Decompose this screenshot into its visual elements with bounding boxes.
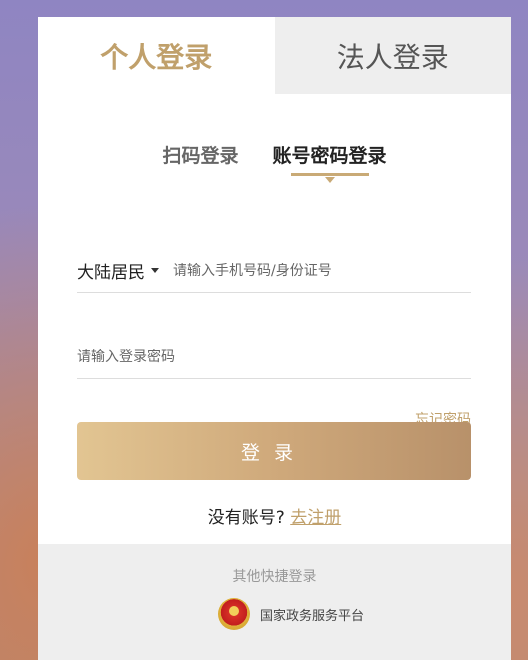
tab-scan-login[interactable]: 扫码登录 [162, 141, 238, 176]
gov-platform-login[interactable]: 国家政务服务平台 [218, 598, 364, 630]
tab-personal-login[interactable]: 个人登录 [38, 17, 275, 94]
register-prompt-text: 没有账号? [207, 508, 285, 528]
other-login-section: 其他快捷登录 国家政务服务平台 [38, 544, 511, 660]
login-button[interactable]: 登录 [77, 422, 471, 480]
login-type-tabs: 个人登录 法人登录 [38, 17, 511, 94]
region-select[interactable]: 大陆居民 [77, 258, 159, 283]
tab-account-login[interactable]: 账号密码登录 [272, 141, 387, 183]
register-prompt: 没有账号? 去注册 [38, 503, 511, 528]
tab-scan-login-label: 扫码登录 [162, 145, 239, 167]
password-input[interactable] [77, 348, 471, 365]
password-field [77, 335, 471, 379]
tab-legal-login[interactable]: 法人登录 [274, 17, 511, 94]
account-field: 大陆居民 [77, 249, 471, 293]
gov-platform-label: 国家政务服务平台 [260, 608, 365, 624]
register-link[interactable]: 去注册 [290, 508, 341, 528]
login-card: 个人登录 法人登录 扫码登录 账号密码登录 大陆居民 忘记密码 登录 没有账号?… [38, 17, 511, 660]
account-input[interactable] [173, 262, 471, 279]
login-method-tabs: 扫码登录 账号密码登录 [38, 141, 511, 183]
active-tab-underline [290, 173, 369, 176]
national-emblem-icon [218, 598, 250, 630]
chevron-down-icon [151, 268, 159, 273]
active-tab-caret-icon [324, 177, 335, 183]
other-login-title: 其他快捷登录 [232, 569, 317, 585]
tab-account-login-label: 账号密码登录 [272, 145, 387, 167]
region-select-label: 大陆居民 [77, 263, 145, 283]
